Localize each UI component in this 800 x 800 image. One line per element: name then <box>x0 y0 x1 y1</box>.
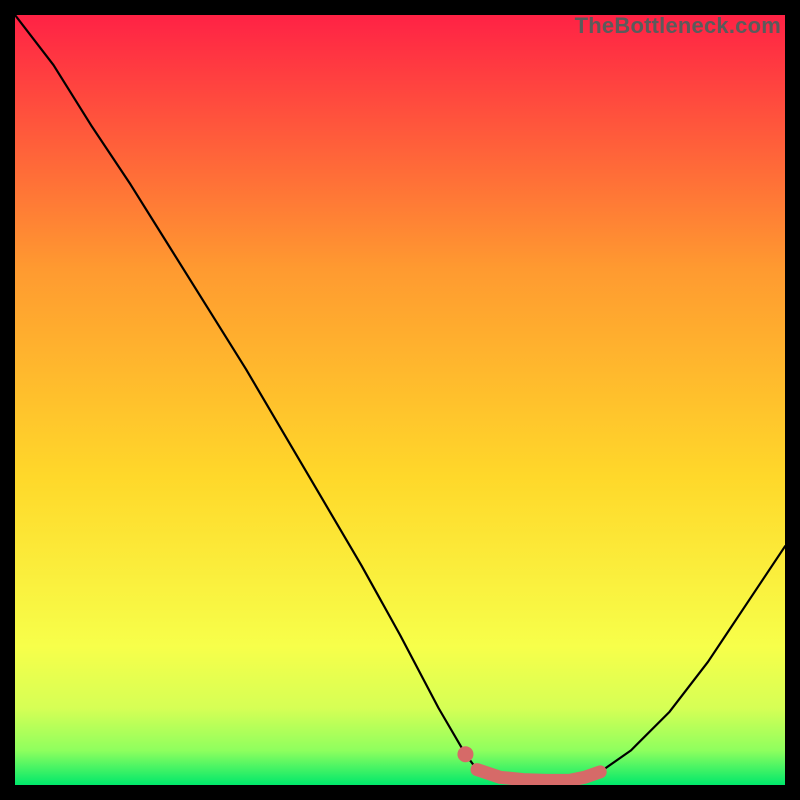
chart-frame: TheBottleneck.com <box>15 15 785 785</box>
bottleneck-chart <box>15 15 785 785</box>
highlight-dot <box>457 746 473 762</box>
gradient-background <box>15 15 785 785</box>
watermark-text: TheBottleneck.com <box>575 13 781 39</box>
